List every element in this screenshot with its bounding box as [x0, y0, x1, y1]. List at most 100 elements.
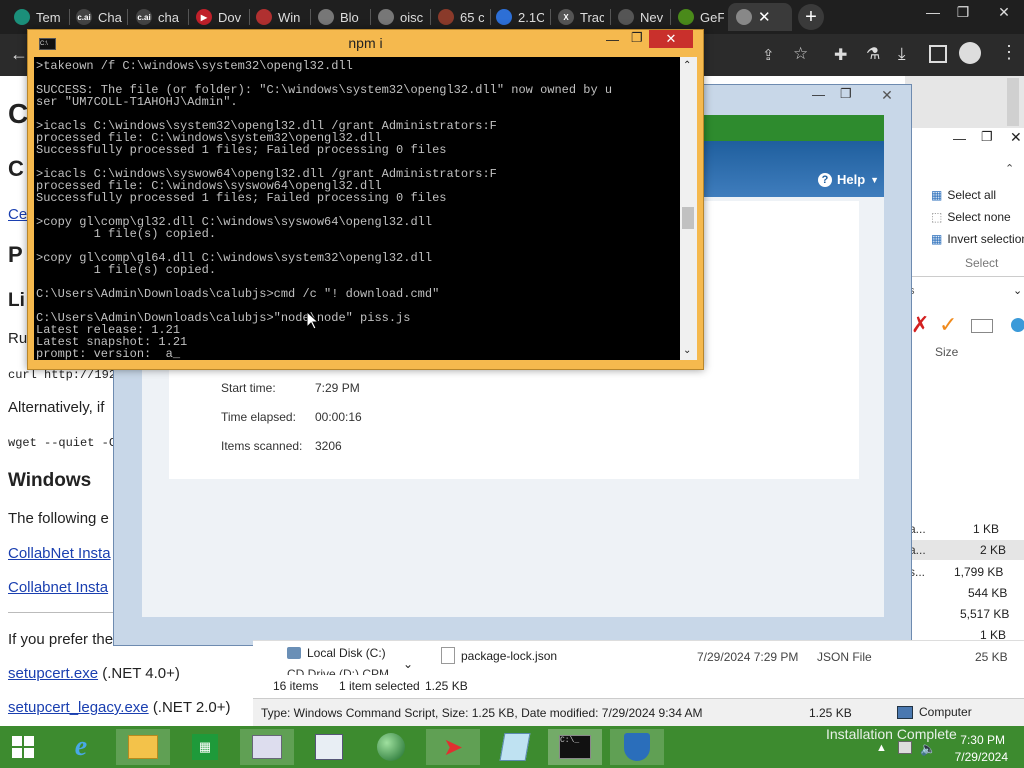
lab-flask-icon[interactable]: ⚗: [866, 44, 880, 64]
x-logo-icon: X: [558, 9, 574, 25]
tab-label: Nev: [640, 9, 664, 25]
back-arrow-icon[interactable]: ←: [10, 44, 28, 65]
section-heading: P: [8, 242, 23, 267]
tab-5[interactable]: Win: [256, 3, 304, 31]
properties-icon[interactable]: [1011, 318, 1024, 332]
volume-icon[interactable]: 🔈: [920, 741, 936, 757]
new-tab-button[interactable]: +: [798, 4, 824, 30]
scroll-up-icon[interactable]: ⌃: [683, 60, 691, 71]
paragraph: The following e: [8, 510, 109, 527]
select-all-icon: ▦: [931, 188, 943, 202]
close-icon: ✕: [881, 86, 893, 103]
taskbar-store[interactable]: ▦: [178, 729, 232, 765]
tab-label: oisc: [400, 9, 424, 25]
checkmark-icon[interactable]: ✓: [939, 312, 957, 338]
tab-4[interactable]: ▶ Dov: [196, 3, 244, 31]
taskbar-ie[interactable]: e: [54, 729, 108, 765]
size-column-header[interactable]: Size: [935, 345, 958, 359]
close-icon[interactable]: ✕: [1010, 129, 1022, 146]
tab-3[interactable]: c.ai cha: [136, 3, 182, 31]
taskbar-globe-app[interactable]: [364, 729, 418, 765]
ribbon-group-label: Select: [965, 256, 999, 270]
select-all-label: Select all: [947, 188, 997, 202]
close-tab-icon[interactable]: ✕: [758, 8, 771, 26]
tab-8[interactable]: 65 c: [438, 3, 484, 31]
star-icon[interactable]: ☆: [793, 44, 808, 64]
section-heading: C: [8, 156, 24, 181]
help-menu[interactable]: ? Help ▼: [818, 172, 879, 187]
code-block: curl http://192: [8, 368, 117, 382]
invert-selection-button[interactable]: ▦ Invert selection: [931, 232, 1024, 246]
link-setupcert[interactable]: setupcert.exe: [8, 665, 98, 682]
link-ce[interactable]: Ce: [8, 206, 27, 223]
installation-complete-toast[interactable]: Installation Complete: [826, 726, 957, 742]
tab-active[interactable]: ✕: [728, 3, 792, 31]
nav-cd-drive[interactable]: CD Drive (D:) CPM: [287, 667, 397, 675]
link-collabnet-installer-2[interactable]: Collabnet Insta: [8, 579, 108, 596]
taskbar-monitor-app[interactable]: [240, 729, 294, 765]
taskbar-app[interactable]: [302, 729, 356, 765]
time-elapsed-value: 00:00:16: [315, 410, 362, 424]
rename-icon[interactable]: [971, 319, 993, 333]
file-row-package-lock[interactable]: package-lock.json: [441, 647, 557, 664]
tab-7[interactable]: oisc: [378, 3, 424, 31]
start-button[interactable]: [0, 729, 46, 765]
cmd-close-button[interactable]: ✕: [649, 30, 693, 48]
select-all-button[interactable]: ▦ Select all: [931, 188, 996, 202]
minimize-icon[interactable]: —: [606, 32, 619, 47]
profile-avatar[interactable]: [959, 42, 981, 64]
sidepanel-icon[interactable]: [929, 45, 947, 63]
download-icon[interactable]: ⤓: [898, 44, 906, 64]
select-none-button[interactable]: ⬚ Select none: [931, 210, 1011, 224]
tab-label: GeF: [700, 9, 724, 25]
scroll-down-icon[interactable]: ⌄: [683, 345, 691, 356]
taskbar-send-app[interactable]: ➤: [426, 729, 480, 765]
taskbar-file-explorer[interactable]: [116, 729, 170, 765]
network-icon[interactable]: [898, 741, 912, 754]
taskbar-defender[interactable]: [610, 729, 664, 765]
ribbon-collapse-icon[interactable]: ⌃: [1005, 162, 1014, 175]
tab-2[interactable]: c.ai Cha: [76, 3, 122, 31]
installer-close-button[interactable]: ✕: [866, 85, 908, 105]
share-icon[interactable]: ⇪: [762, 46, 775, 64]
scrollbar[interactable]: [1007, 78, 1019, 126]
taskbar-notepad[interactable]: [488, 729, 542, 765]
tab-6[interactable]: Blo: [318, 3, 364, 31]
cmd-console-output[interactable]: >takeown /f C:\windows\system32\opengl32…: [34, 57, 680, 360]
selection-size: 1.25 KB: [425, 679, 468, 693]
restore-icon[interactable]: ❐: [981, 129, 993, 145]
extensions-icon[interactable]: ✚: [834, 45, 847, 65]
restore-button[interactable]: ❐: [950, 0, 976, 24]
restore-icon[interactable]: ❐: [840, 86, 852, 102]
maximize-icon[interactable]: ❐: [631, 30, 643, 46]
clock-time[interactable]: 7:30 PM: [955, 733, 1005, 747]
file-date: 7/29/2024 7:29 PM: [697, 650, 799, 664]
tab-11[interactable]: Nev: [618, 3, 664, 31]
clock-date[interactable]: 7/29/2024: [948, 750, 1008, 764]
taskbar-cmd[interactable]: C:\_: [548, 729, 602, 765]
tab-12[interactable]: GeF: [678, 3, 724, 31]
tray-arrow-icon[interactable]: ▲: [876, 742, 887, 754]
chevron-down-icon[interactable]: ⌄: [1013, 284, 1022, 297]
help-label: Help: [837, 172, 866, 187]
minimize-button[interactable]: —: [920, 0, 946, 24]
nav-local-disk[interactable]: Local Disk (C:): [287, 646, 386, 660]
dotnet-version-text: (.NET 2.0+): [152, 699, 231, 716]
cmd-scrollbar[interactable]: ⌃ ⌄: [680, 57, 697, 360]
chevron-down-icon[interactable]: ⌄: [403, 657, 413, 671]
tab-1[interactable]: Tem: [14, 3, 64, 31]
minimize-icon[interactable]: —: [953, 131, 966, 146]
scroll-thumb[interactable]: [682, 207, 694, 229]
link-setupcert-legacy[interactable]: setupcert_legacy.exe: [8, 699, 149, 716]
tab-9[interactable]: 2.1C: [496, 3, 544, 31]
minimize-icon[interactable]: —: [812, 87, 825, 102]
divider: [8, 612, 118, 613]
link-collabnet-installer-1[interactable]: CollabNet Insta: [8, 545, 111, 562]
close-window-button[interactable]: ✕: [990, 0, 1018, 24]
delete-x-icon[interactable]: ✗: [911, 312, 929, 338]
cmd-title-bar[interactable]: C:\ npm i — ❐ ✕: [28, 30, 703, 56]
file-size: 544 KB: [968, 586, 1008, 600]
menu-kebab-icon[interactable]: ⋮: [1000, 42, 1018, 63]
tab-10[interactable]: X Trac: [558, 3, 604, 31]
subsection-heading: Li: [8, 290, 25, 311]
